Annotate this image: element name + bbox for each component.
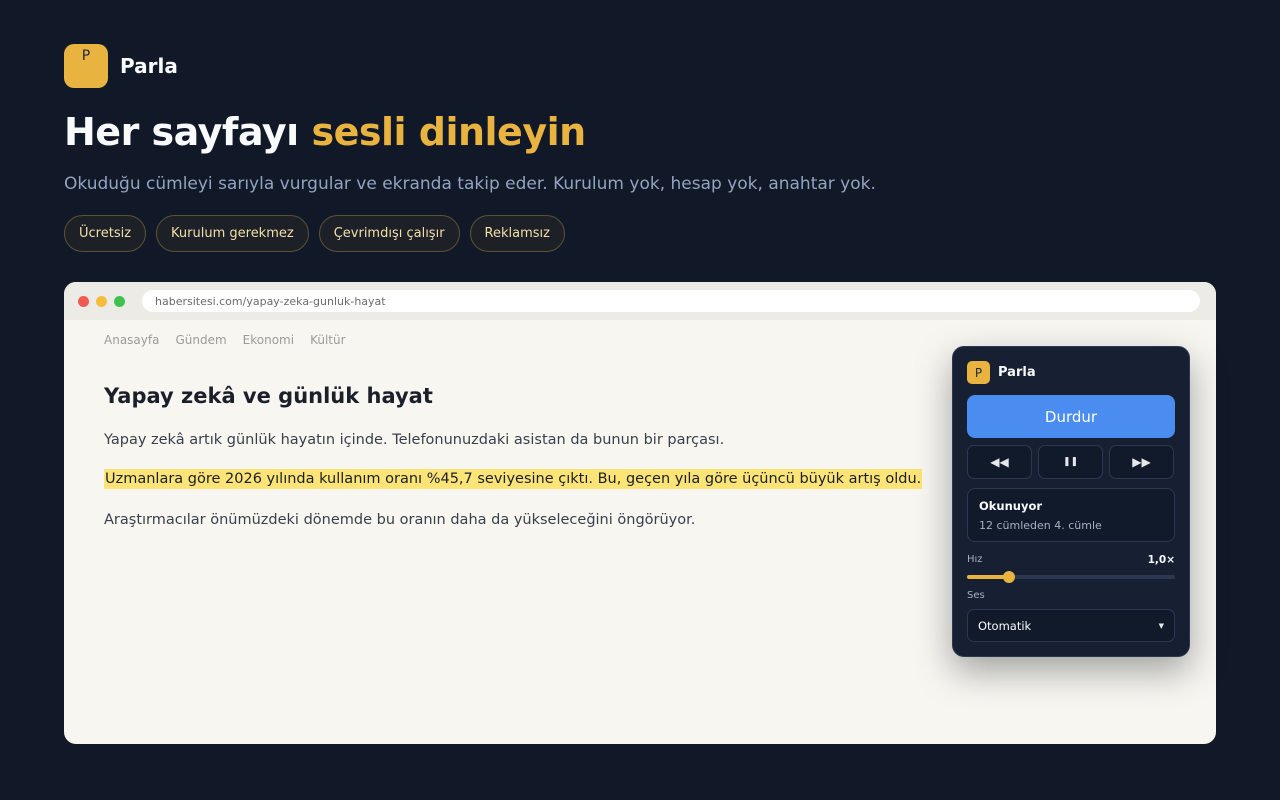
site-nav-economy[interactable]: Ekonomi: [243, 333, 294, 347]
stop-button[interactable]: Durdur: [967, 395, 1175, 438]
chip-offline: Çevrimdışı çalışır: [318, 215, 460, 252]
article-paragraph: Yapay zekâ artık günlük hayatın içinde. …: [104, 432, 725, 448]
hero-title-accent: sesli dinleyin: [311, 110, 586, 154]
article-paragraph-highlighted: Uzmanlara göre 2026 yılında kullanım ora…: [104, 469, 923, 489]
chip-free: Ücretsiz: [64, 215, 147, 252]
brand-logo: P: [64, 44, 108, 88]
reader-panel: P Parla Durdur ◀◀ ❚❚ ▶▶ Okunuyor 12 cüml…: [952, 346, 1190, 657]
panel-logo: P: [967, 361, 990, 384]
panel-name: Parla: [998, 365, 1036, 380]
pause-icon: ❚❚: [1062, 457, 1079, 467]
voice-select-value: Otomatik: [978, 618, 1032, 633]
rewind-button[interactable]: ◀◀: [967, 445, 1032, 479]
feature-chips: Ücretsiz Kurulum gerekmez Çevrimdışı çal…: [64, 215, 565, 252]
reading-highlight: Uzmanlara göre 2026 yılında kullanım ora…: [104, 469, 923, 489]
forward-button[interactable]: ▶▶: [1109, 445, 1174, 479]
status-box: Okunuyor 12 cümleden 4. cümle: [967, 488, 1175, 542]
forward-icon: ▶▶: [1132, 455, 1151, 469]
site-nav-agenda[interactable]: Gündem: [175, 333, 226, 347]
brand: P Parla: [64, 44, 178, 88]
status-progress: 12 cümleden 4. cümle: [979, 519, 1102, 532]
article-title: Yapay zekâ ve günlük hayat: [104, 384, 433, 408]
maximize-dot-icon: [114, 295, 125, 307]
speed-slider[interactable]: [967, 571, 1175, 583]
site-nav-culture[interactable]: Kültür: [310, 333, 345, 347]
minimize-dot-icon: [96, 295, 107, 307]
status-title: Okunuyor: [979, 499, 1043, 513]
article-paragraph: Araştırmacılar önümüzdeki dönemde bu ora…: [104, 512, 696, 528]
browser-toolbar: habersitesi.com/yapay-zeka-gunluk-hayat: [64, 282, 1216, 320]
pause-button[interactable]: ❚❚: [1038, 445, 1103, 479]
panel-header: P Parla: [967, 361, 1036, 384]
hero-subtitle: Okuduğu cümleyi sarıyla vurgular ve ekra…: [64, 174, 876, 194]
voice-label: Ses: [967, 590, 985, 601]
address-bar[interactable]: habersitesi.com/yapay-zeka-gunluk-hayat: [142, 290, 1200, 312]
chip-no-install: Kurulum gerekmez: [156, 215, 309, 252]
chevron-down-icon: ▼: [1158, 621, 1164, 630]
close-dot-icon: [78, 295, 89, 307]
site-nav: Anasayfa Gündem Ekonomi Kültür: [104, 333, 346, 347]
voice-select[interactable]: Otomatik ▼: [967, 609, 1175, 642]
rewind-icon: ◀◀: [990, 455, 1009, 469]
chip-ad-free: Reklamsız: [469, 215, 565, 252]
playback-controls: ◀◀ ❚❚ ▶▶: [967, 445, 1174, 479]
speed-label: Hız: [967, 554, 983, 565]
hero-title-main: Her sayfayı: [64, 110, 312, 154]
site-nav-home[interactable]: Anasayfa: [104, 333, 159, 347]
speed-value: 1,0×: [1147, 554, 1175, 566]
brand-name: Parla: [120, 54, 178, 78]
speed-slider-thumb[interactable]: [1002, 571, 1015, 583]
hero-title: Her sayfayı sesli dinleyin: [64, 110, 586, 154]
